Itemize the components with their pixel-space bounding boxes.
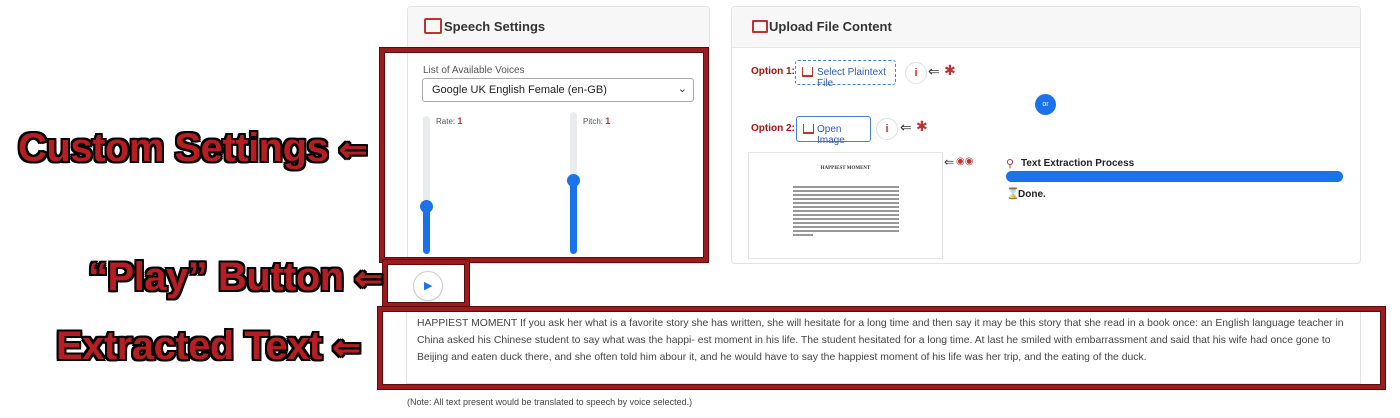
or-label: or [1042, 101, 1049, 108]
eyes-icon: ◉◉ [956, 156, 974, 167]
custom-settings-callout-text: Custom Settings [18, 126, 329, 170]
extracted-text-callout-text: Extracted Text [56, 324, 322, 368]
preview-heading: HAPPIEST MOMENT [820, 166, 871, 171]
image-preview: HAPPIEST MOMENT [748, 152, 943, 259]
option1-label: Option 1: [751, 66, 795, 77]
callout-arrow-icon: ⇐ [354, 260, 383, 298]
option2-label: Option 2: [751, 123, 795, 134]
folder-open-icon [752, 20, 768, 33]
option2-info-button[interactable]: i [876, 118, 898, 140]
magnifier-icon: ⚲ [1006, 158, 1015, 170]
option1-info-button[interactable]: i [905, 62, 927, 84]
note-text: (Note: All text present would be transla… [407, 397, 693, 407]
play-button-callout-text: “Play” Button [88, 255, 344, 299]
callout-arrow-icon: ⇐ [338, 131, 368, 169]
speech-settings-title: Speech Settings [444, 19, 546, 34]
option1-pointer-arrow: ⇐ [928, 63, 940, 79]
custom-settings-highlight [380, 48, 708, 262]
select-plaintext-file-button[interactable]: Select Plaintext File [795, 60, 896, 89]
upload-icon [802, 67, 813, 77]
option2-pointer-arrow: ⇐ [900, 119, 912, 135]
play-button-highlight [383, 260, 469, 307]
preview-text-lines [793, 184, 899, 238]
click-pointer-icon: ✱ [944, 62, 956, 78]
extraction-process-title: Text Extraction Process [1021, 158, 1135, 169]
or-badge: or [1035, 94, 1056, 115]
click-pointer-icon: ✱ [916, 118, 928, 134]
upload-header: Upload File Content [732, 7, 1360, 48]
speech-settings-header: Speech Settings [408, 7, 709, 48]
extracted-text-highlight [378, 307, 1385, 389]
select-plaintext-file-label: Select Plaintext File [817, 67, 886, 89]
custom-settings-callout: Custom Settings ⇐ [18, 126, 367, 171]
extraction-progress-bar [1006, 171, 1343, 182]
play-button-callout: “Play” Button ⇐ [88, 255, 383, 300]
upload-title: Upload File Content [769, 19, 892, 34]
speech-bubble-icon [424, 18, 442, 34]
extraction-progress-fill [1006, 171, 1343, 182]
preview-pointer-arrow: ⇐ [944, 155, 955, 169]
open-image-label: Open Image [817, 124, 845, 146]
extraction-status: Done. [1018, 189, 1046, 200]
callout-arrow-icon: ⇐ [332, 329, 361, 367]
open-image-button[interactable]: Open Image [796, 116, 871, 146]
upload-icon [803, 124, 814, 134]
extracted-text-callout: Extracted Text ⇐ [56, 324, 361, 369]
